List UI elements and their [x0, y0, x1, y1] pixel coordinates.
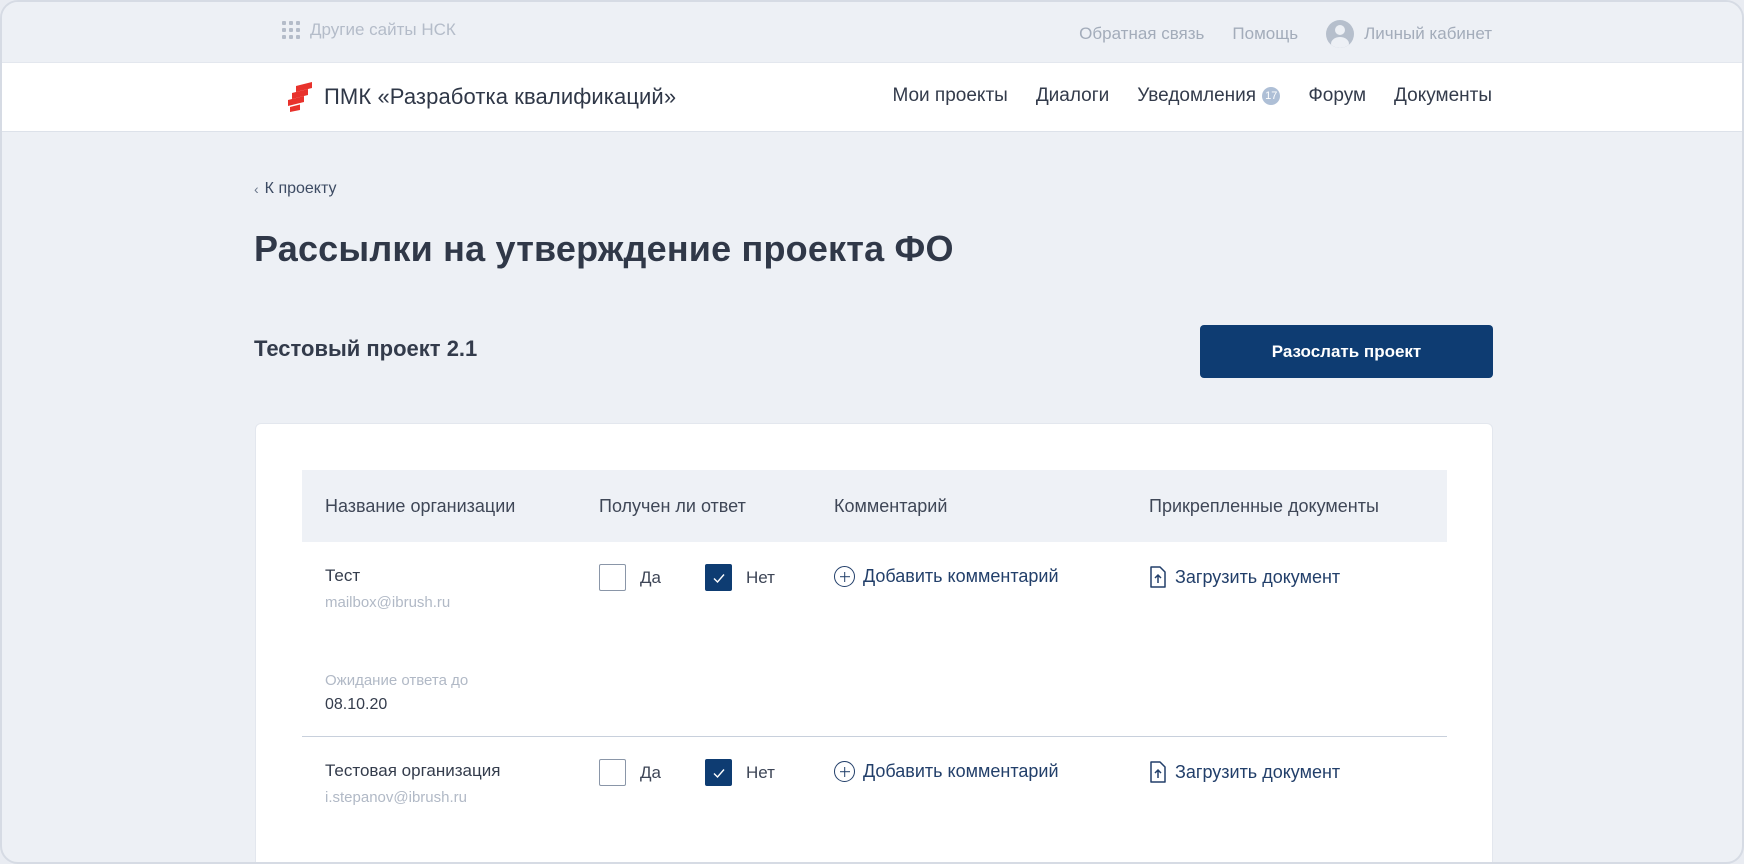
org-name: Тест	[325, 566, 361, 585]
file-upload-icon	[1150, 761, 1166, 783]
nav-item-forum[interactable]: Форум	[1308, 85, 1366, 107]
yes-label: Да	[640, 762, 661, 782]
mailing-card: Название организации Получен ли ответ Ко…	[255, 423, 1493, 862]
feedback-link[interactable]: Обратная связь	[1079, 24, 1204, 44]
upload-document-label: Загрузить документ	[1175, 566, 1341, 587]
yes-label: Да	[640, 567, 661, 587]
brand-title: ПМК «Разработка квалификаций»	[324, 84, 677, 109]
table-row: Тест mailbox@ibrush.ru Да Нет Добавить к…	[302, 542, 1447, 737]
user-avatar-icon	[1326, 20, 1355, 48]
wait-deadline-date: 08.10.20	[325, 696, 388, 713]
org-name: Тестовая организация	[325, 761, 501, 780]
file-upload-icon	[1150, 566, 1166, 588]
plus-circle-icon	[834, 566, 855, 587]
page-title: Рассылки на утверждение проекта ФО	[254, 228, 954, 269]
header-comment: Комментарий	[834, 495, 948, 516]
upload-document-label: Загрузить документ	[1175, 761, 1341, 782]
other-sites-link[interactable]: Другие сайты НСК	[282, 20, 456, 40]
table-row: Тестовая организация i.stepanov@ibrush.r…	[302, 737, 1447, 862]
utility-bar: Другие сайты НСК Обратная связь Помощь Л…	[2, 2, 1742, 62]
upload-document-button[interactable]: Загрузить документ	[1149, 761, 1340, 783]
org-email: i.stepanov@ibrush.ru	[325, 789, 467, 806]
checkmark-icon	[713, 768, 725, 778]
org-email: mailbox@ibrush.ru	[325, 594, 451, 611]
no-label: Нет	[746, 567, 775, 587]
checkbox-box-checked	[705, 759, 732, 786]
nav-item-documents[interactable]: Документы	[1394, 85, 1492, 107]
answer-yes-checkbox[interactable]: Да	[599, 564, 661, 591]
upload-document-button[interactable]: Загрузить документ	[1149, 566, 1340, 588]
other-sites-label: Другие сайты НСК	[310, 20, 456, 39]
main-navbar: ПМК «Разработка квалификаций» Мои проект…	[2, 62, 1742, 132]
nav-item-dialogs[interactable]: Диалоги	[1036, 85, 1109, 107]
table-header: Название организации Получен ли ответ Ко…	[302, 470, 1447, 542]
wait-deadline-label: Ожидание ответа до	[325, 672, 469, 689]
notifications-label: Уведомления	[1137, 85, 1257, 106]
add-comment-button[interactable]: Добавить комментарий	[834, 761, 1059, 782]
answer-no-checkbox[interactable]: Нет	[705, 759, 775, 786]
plus-circle-icon	[834, 761, 855, 782]
brand-logo-icon	[288, 82, 312, 112]
chevron-left-icon: ‹	[254, 181, 259, 197]
notifications-count-badge: 17	[1262, 87, 1281, 105]
header-org: Название организации	[325, 495, 516, 516]
project-name: Тестовый проект 2.1	[254, 336, 478, 361]
answer-no-checkbox[interactable]: Нет	[705, 564, 775, 591]
send-project-button[interactable]: Разослать проект	[1200, 325, 1493, 378]
app-window: Другие сайты НСК Обратная связь Помощь Л…	[0, 0, 1744, 864]
cabinet-link[interactable]: Личный кабинет	[1326, 20, 1492, 48]
help-link[interactable]: Помощь	[1232, 24, 1298, 44]
checkbox-box	[599, 564, 626, 591]
back-to-project-link[interactable]: ‹ К проекту	[254, 180, 336, 198]
add-comment-label: Добавить комментарий	[863, 566, 1059, 586]
brand[interactable]: ПМК «Разработка квалификаций»	[286, 82, 676, 112]
back-link-label: К проекту	[264, 180, 337, 197]
checkbox-box	[599, 759, 626, 786]
checkmark-icon	[713, 573, 725, 583]
nav-menu: Мои проекты Диалоги Уведомления 17 Форум…	[892, 85, 1492, 107]
checkbox-box-checked	[705, 564, 732, 591]
nav-item-notifications[interactable]: Уведомления 17	[1137, 85, 1281, 107]
cabinet-label: Личный кабинет	[1364, 24, 1492, 43]
add-comment-label: Добавить комментарий	[863, 761, 1059, 781]
add-comment-button[interactable]: Добавить комментарий	[834, 566, 1059, 587]
header-docs: Прикрепленные документы	[1149, 495, 1379, 516]
mailing-table: Название организации Получен ли ответ Ко…	[302, 470, 1447, 862]
utility-links: Обратная связь Помощь Личный кабинет	[1079, 20, 1492, 48]
nav-item-my-projects[interactable]: Мои проекты	[892, 85, 1007, 107]
apps-grid-icon	[282, 21, 300, 39]
header-answered: Получен ли ответ	[599, 495, 746, 516]
no-label: Нет	[746, 762, 775, 782]
answer-yes-checkbox[interactable]: Да	[599, 759, 661, 786]
